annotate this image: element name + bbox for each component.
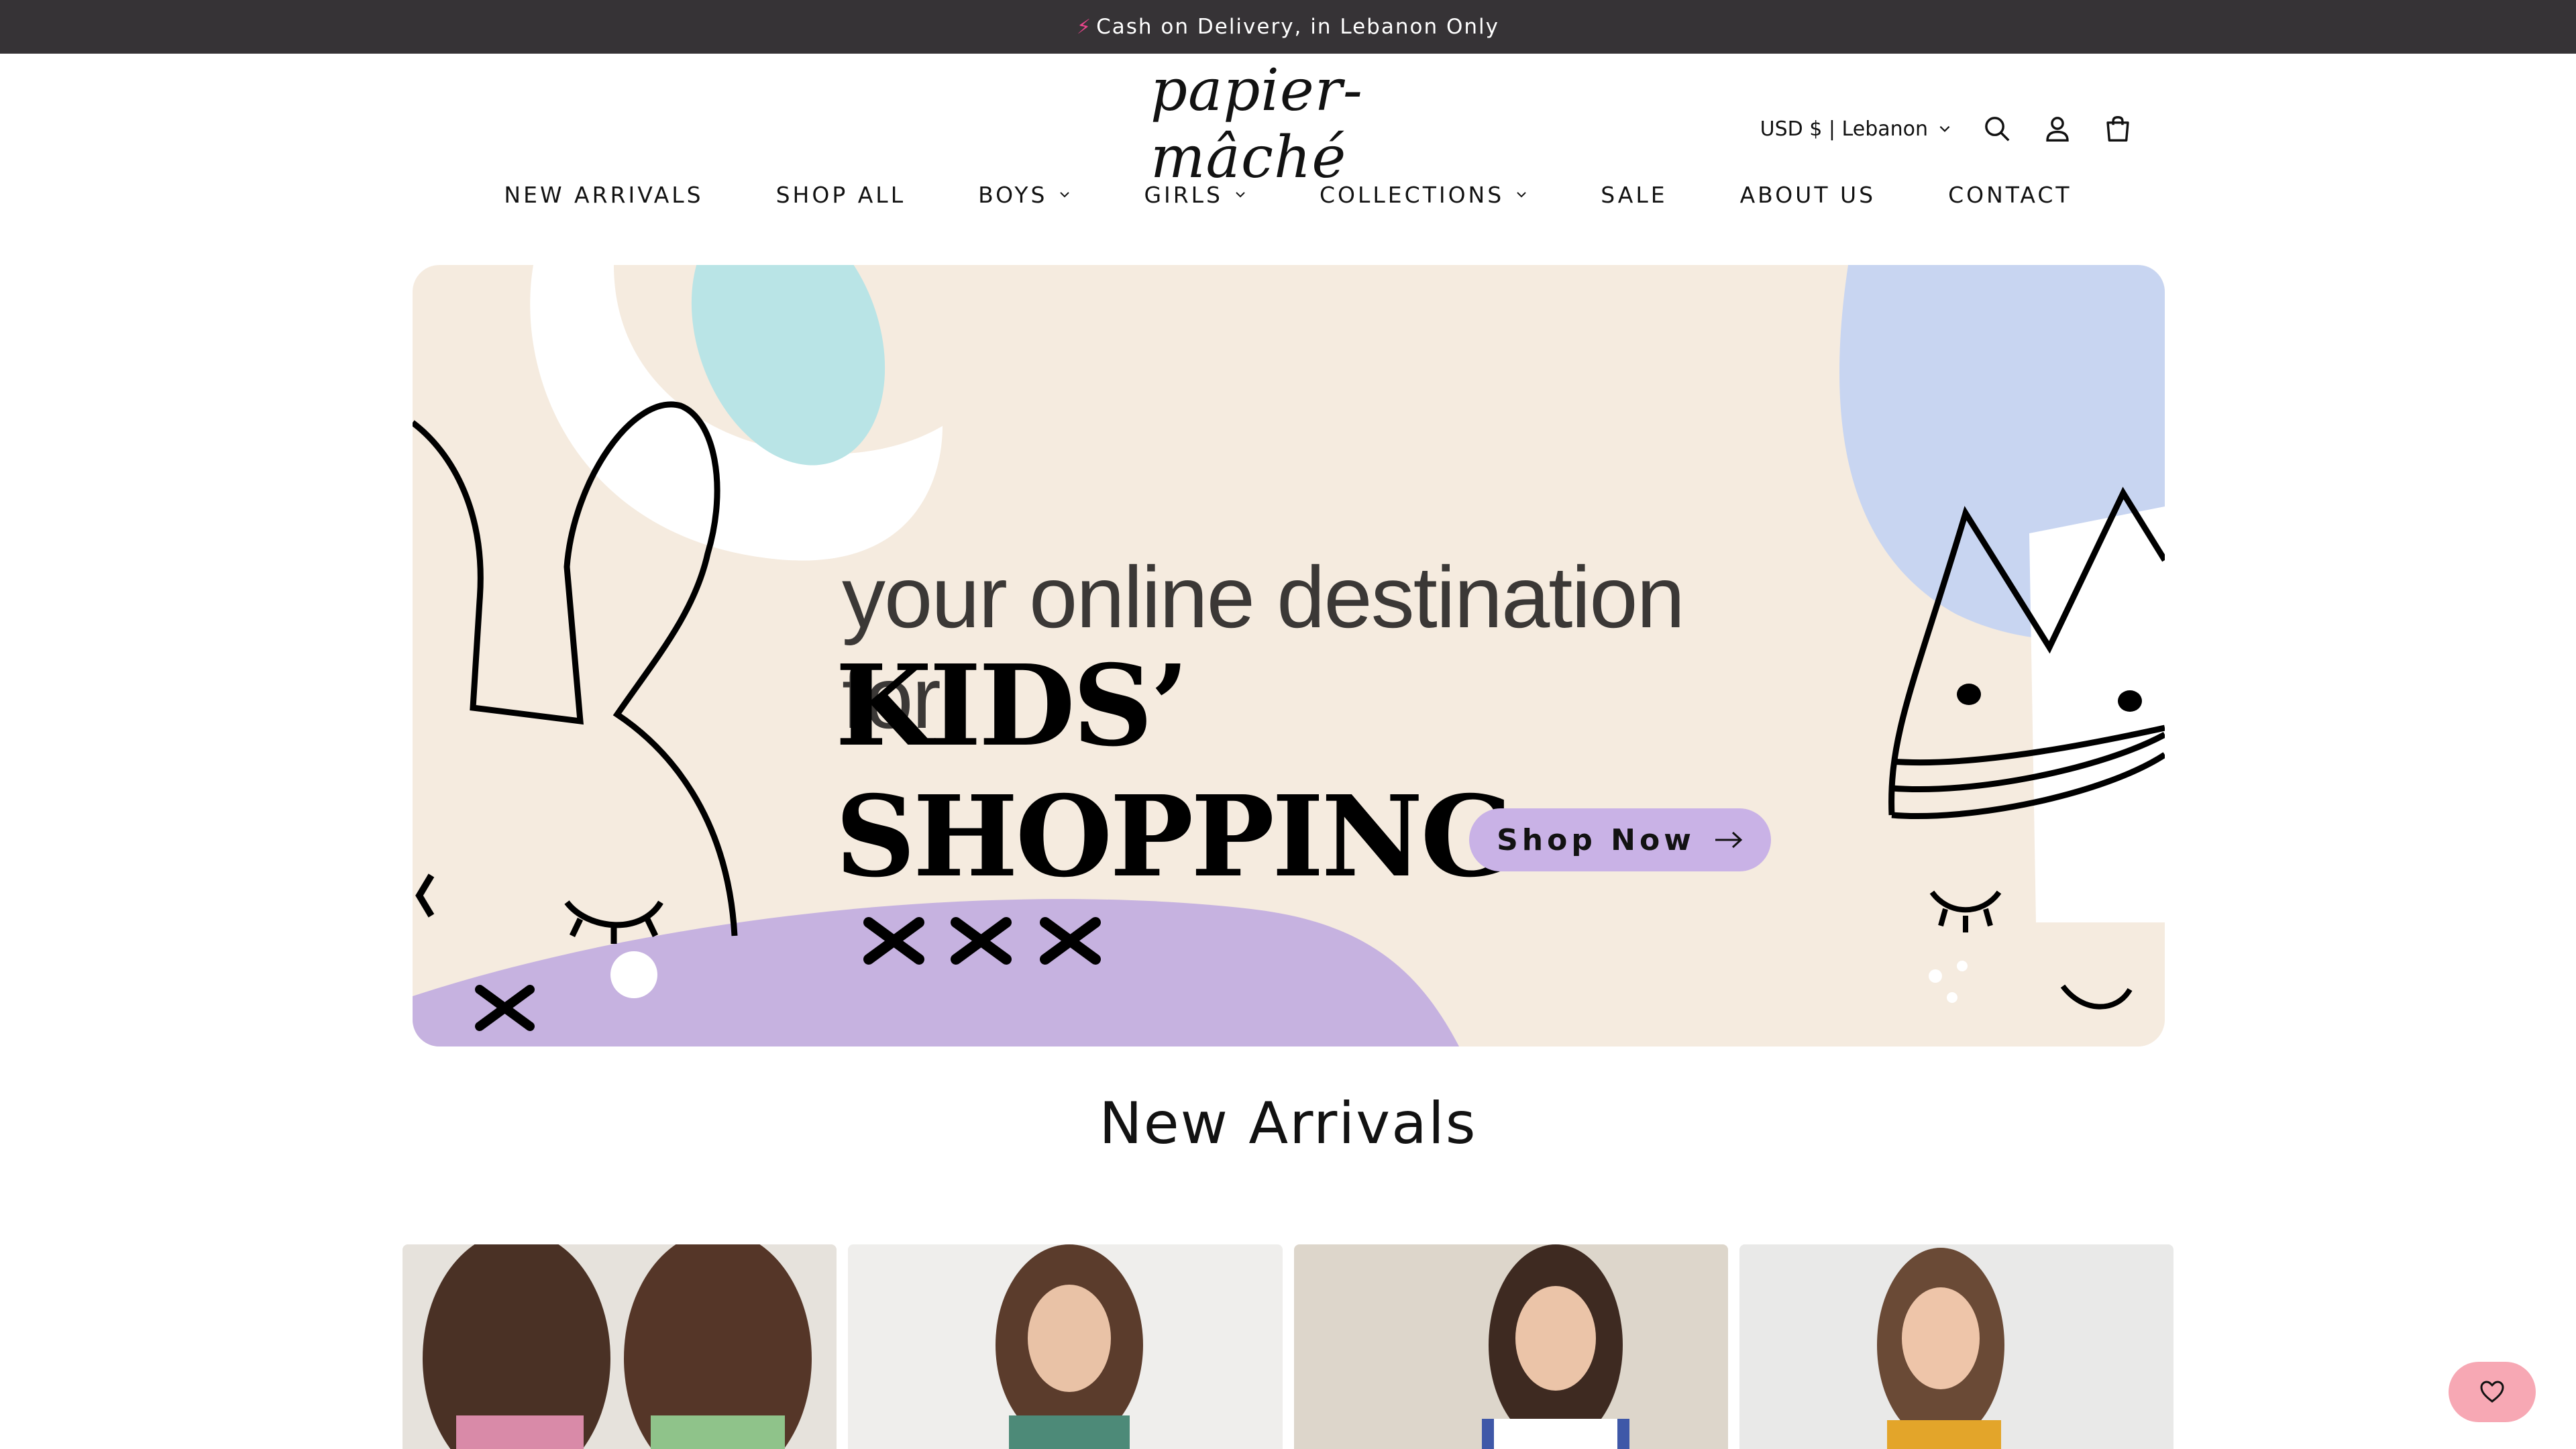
product-image: [848, 1244, 1283, 1449]
site-logo[interactable]: papier-mâché: [1150, 57, 1426, 191]
product-card[interactable]: [1739, 1244, 2174, 1449]
currency-label: USD $ | Lebanon: [1760, 117, 1928, 141]
cart-button[interactable]: [2102, 113, 2133, 144]
product-image: [1293, 1244, 1728, 1449]
chevron-down-icon: [1060, 192, 1070, 198]
cart-icon: [2106, 116, 2129, 142]
announcement-text: Cash on Delivery, in Lebanon Only: [1096, 15, 1499, 39]
nav-item-collections[interactable]: COLLECTIONS: [1320, 182, 1528, 208]
nav-label: COLLECTIONS: [1320, 181, 1505, 208]
currency-selector[interactable]: USD $ | Lebanon: [1760, 117, 1952, 141]
lightning-icon: ⚡: [1077, 15, 1093, 39]
search-button[interactable]: [1982, 113, 2012, 144]
nav-label: SALE: [1601, 181, 1668, 208]
shop-now-label: Shop Now: [1497, 822, 1695, 857]
nav-item-girls[interactable]: GIRLS: [1144, 182, 1247, 208]
nav-item-new-arrivals[interactable]: NEW ARRIVALS: [504, 182, 703, 208]
product-card[interactable]: [848, 1244, 1283, 1449]
site-header: papier-mâché USD $ | Lebanon NEW ARRIVAL…: [0, 54, 2576, 255]
account-button[interactable]: [2042, 113, 2073, 144]
nav-item-shop-all[interactable]: SHOP ALL: [776, 182, 906, 208]
nav-item-sale[interactable]: SALE: [1601, 182, 1667, 208]
new-arrivals-title: New Arrivals: [1099, 1090, 1477, 1157]
nav-item-contact[interactable]: CONTACT: [1948, 182, 2072, 208]
nav-label: GIRLS: [1144, 181, 1224, 208]
nav-item-boys[interactable]: BOYS: [978, 182, 1071, 208]
hero-banner[interactable]: your online destination for KIDS’ SHOPPI…: [413, 265, 2165, 1046]
chevron-down-icon: [1517, 192, 1526, 198]
product-grid: [402, 1244, 2174, 1449]
nav-label: NEW ARRIVALS: [504, 181, 704, 208]
product-card[interactable]: [402, 1244, 837, 1449]
nav-label: CONTACT: [1948, 181, 2072, 208]
main-nav: NEW ARRIVALS SHOP ALL BOYS GIRLS COLLECT…: [0, 181, 2576, 208]
account-icon: [2046, 117, 2069, 142]
heart-icon: [2480, 1381, 2504, 1403]
product-card[interactable]: [1293, 1244, 1728, 1449]
nav-item-about-us[interactable]: ABOUT US: [1740, 182, 1876, 208]
nav-label: BOYS: [978, 181, 1048, 208]
announcement-bar: ⚡ Cash on Delivery, in Lebanon Only: [0, 0, 2576, 54]
chevron-down-icon: [1236, 192, 1245, 198]
arrow-right-icon: [1715, 831, 1743, 849]
product-image: [402, 1244, 837, 1449]
shop-now-button[interactable]: Shop Now: [1469, 808, 1771, 871]
nav-label: SHOP ALL: [775, 181, 906, 208]
wishlist-button[interactable]: [2449, 1362, 2536, 1422]
product-image: [1739, 1244, 2174, 1449]
nav-label: ABOUT US: [1739, 181, 1876, 208]
header-tools: USD $ | Lebanon: [1760, 102, 2133, 156]
chevron-down-icon: [1939, 125, 1950, 132]
search-icon: [1985, 117, 2010, 142]
